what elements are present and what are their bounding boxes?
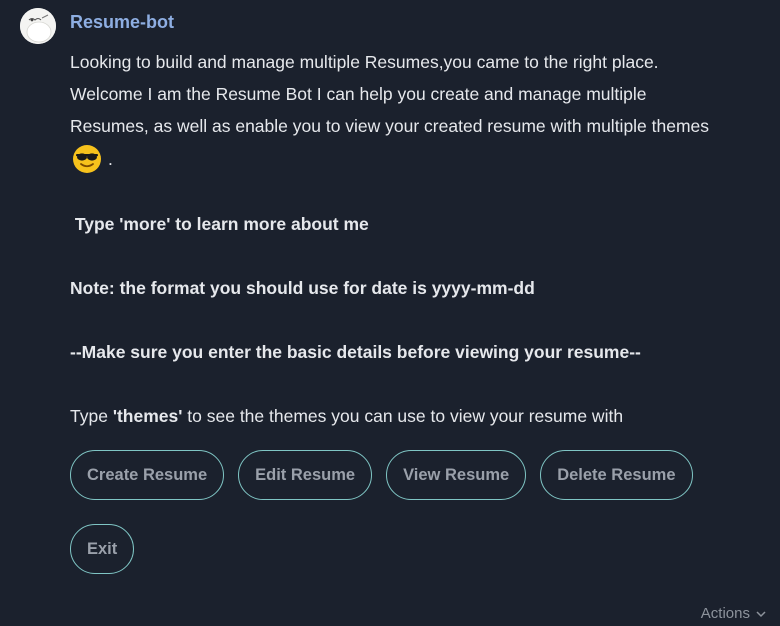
emoji-line: . [70, 142, 760, 176]
delete-resume-button[interactable]: Delete Resume [540, 450, 693, 500]
quick-replies: Create Resume Edit Resume View Resume De… [70, 450, 760, 598]
bot-message: Resume-bot Looking to build and manage m… [0, 0, 780, 626]
actions-label: Actions [700, 605, 750, 622]
sunglasses-emoji-icon [72, 144, 102, 174]
message-line: Looking to build and manage multiple Res… [70, 52, 659, 72]
chevron-down-icon [756, 605, 766, 622]
basic-details-note: --Make sure you enter the basic details … [70, 342, 641, 362]
emoji-suffix: . [108, 149, 113, 169]
sender-name: Resume-bot [70, 12, 175, 32]
date-format-note: Note: the format you should use for date… [70, 278, 535, 298]
bot-avatar [20, 8, 56, 44]
themes-suffix: to see the themes you can use to view yo… [182, 406, 624, 426]
edit-resume-button[interactable]: Edit Resume [238, 450, 373, 500]
exit-button[interactable]: Exit [70, 524, 135, 574]
message-line: Welcome I am the Resume Bot I can help y… [70, 84, 647, 104]
message-line: Resumes, as well as enable you to view y… [70, 116, 710, 136]
create-resume-button[interactable]: Create Resume [70, 450, 225, 500]
message-body: Looking to build and manage multiple Res… [70, 46, 760, 432]
themes-hint: Type 'themes' to see the themes you can … [70, 400, 760, 432]
actions-menu[interactable]: Actions [701, 605, 766, 622]
view-resume-button[interactable]: View Resume [386, 450, 527, 500]
more-hint: Type 'more' to learn more about me [70, 214, 369, 234]
themes-prefix: Type [70, 406, 113, 426]
themes-keyword: 'themes' [112, 406, 183, 426]
